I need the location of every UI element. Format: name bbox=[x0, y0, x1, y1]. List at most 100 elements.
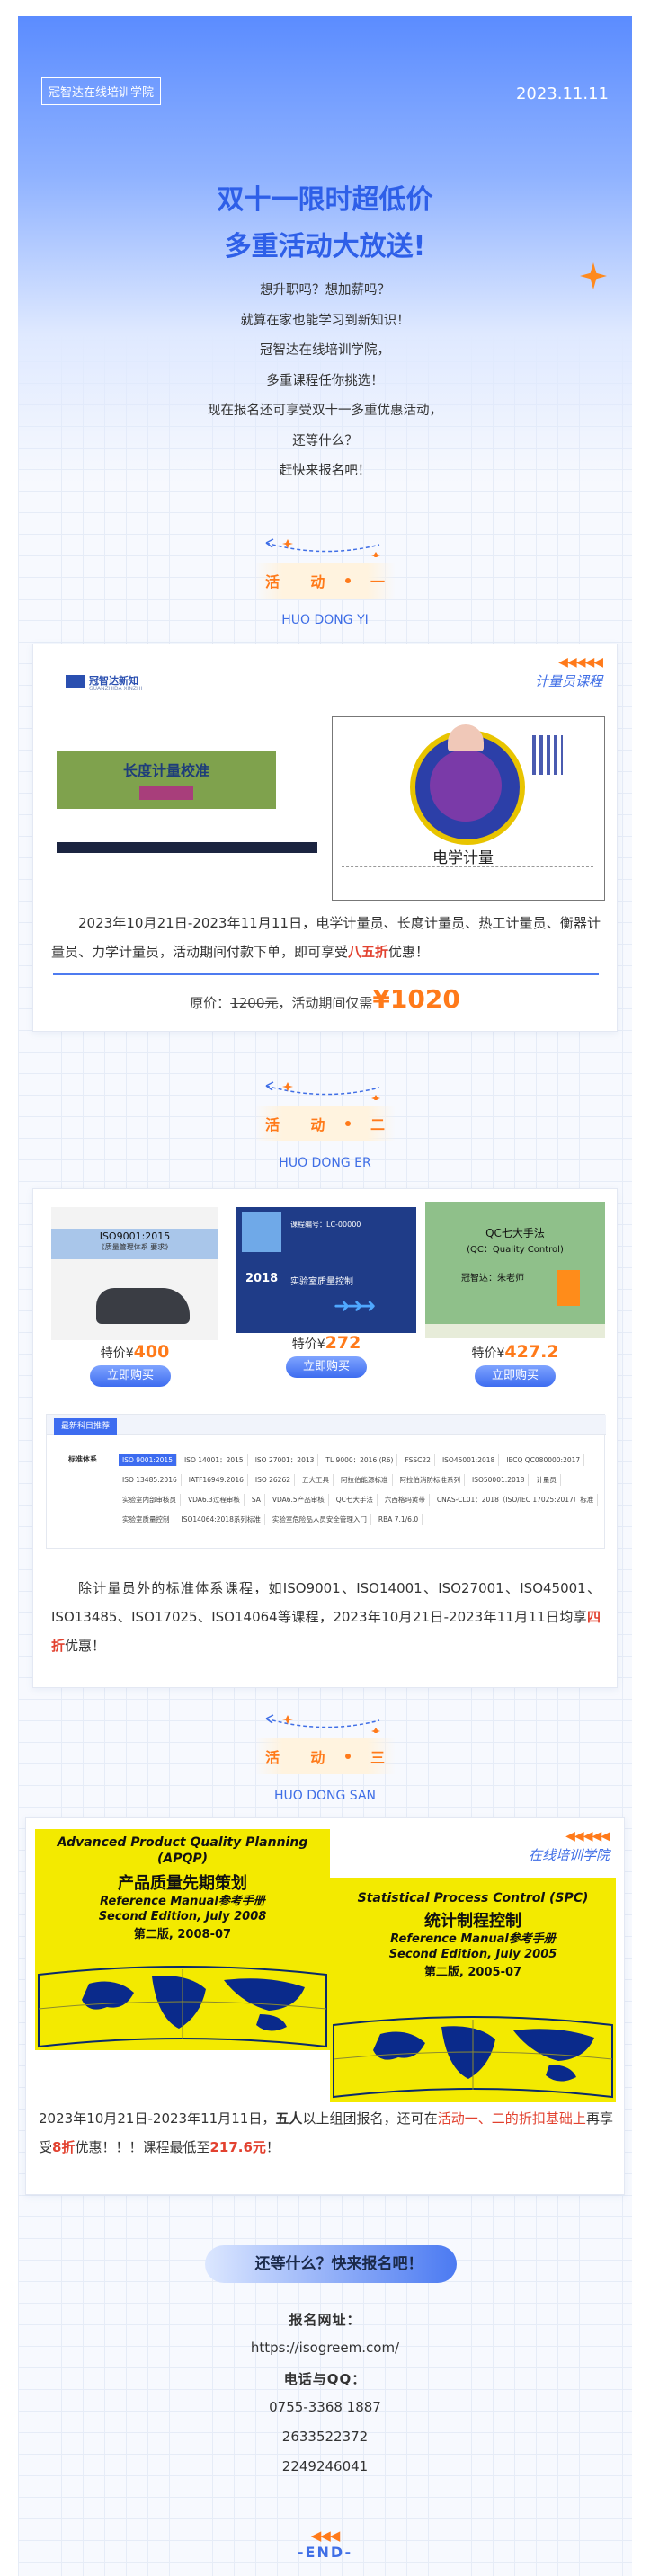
course-link[interactable]: IECQ QC080000:2017 bbox=[503, 1454, 585, 1466]
section3-description: 2023年10月21日-2023年11月11日，五人以上组团报名，还可在活动一、… bbox=[39, 2104, 613, 2162]
qq-number: 2633522372 bbox=[281, 2429, 369, 2445]
course-link[interactable]: 实验室内部审核员 bbox=[119, 1494, 181, 1506]
course-link[interactable]: ISO 27001：2013 bbox=[251, 1454, 319, 1466]
section3-subtitle: HUO DONG SAN bbox=[273, 1789, 376, 1803]
desc-text: 优惠！ bbox=[388, 944, 430, 960]
course-link[interactable]: FSSC22 bbox=[401, 1454, 435, 1466]
logo-icon bbox=[66, 675, 85, 688]
section1-tag: ◀◀◀◀◀ 计量员课程 bbox=[534, 655, 603, 690]
course-link[interactable]: ISO50001:2018 bbox=[468, 1474, 530, 1486]
product-subtitle: (QC：Quality Control) bbox=[467, 1245, 564, 1255]
section1-description: 2023年10月21日-2023年11月11日，电学计量员、长度计量员、热工计量… bbox=[51, 909, 601, 966]
price-value: 272 bbox=[325, 1333, 361, 1353]
panel-rows: ISO 9001:2015 ISO 14001：2015 ISO 27001：201… bbox=[119, 1451, 604, 1530]
course-link[interactable]: ISO 13485:2016 bbox=[119, 1474, 182, 1486]
desc-text: 优惠！ bbox=[65, 1638, 106, 1654]
pill-dot-icon bbox=[344, 1754, 351, 1759]
course-link[interactable]: RBA 7.1/6.0 bbox=[374, 1514, 423, 1525]
group-size: 五人 bbox=[275, 2110, 303, 2127]
dashed-arrow-icon bbox=[265, 1081, 380, 1100]
signup-url-link[interactable]: https://isogreem.com/ bbox=[0, 2340, 650, 2356]
poster-page: 冠智达在线培训学院 2023.11.11 双十一限时超低价 多重活动大放送! 想… bbox=[0, 0, 650, 2576]
product-image-iso9001[interactable]: ISO9001:2015 《质量管理体系 要求》 bbox=[51, 1207, 218, 1340]
desc-text: 除计量员外的标准体系课程，如ISO9001、ISO14001、ISO27001、… bbox=[51, 1580, 601, 1625]
green-board: 长度计量校准 bbox=[57, 751, 276, 809]
product-title: ISO9001:2015 bbox=[99, 1230, 171, 1242]
course-link[interactable]: QC七大手法 bbox=[332, 1494, 378, 1506]
pill-char: 一 bbox=[370, 573, 385, 591]
panel-row: ISO 13485:2016 IATF16949:2016 ISO 26262 五大工… bbox=[119, 1470, 604, 1490]
course-link[interactable]: IATF16949:2016 bbox=[184, 1474, 248, 1486]
world-map-icon bbox=[38, 1966, 327, 2048]
lowest-price: 217.6元 bbox=[209, 2139, 266, 2155]
desc-text: 2023年10月21日-2023年11月11日， bbox=[39, 2110, 276, 2127]
intro-line: 就算在家也能学习到新知识！ bbox=[240, 313, 410, 328]
section2-subtitle: HUO DONG ER bbox=[279, 1156, 371, 1170]
contact-label: 电话与QQ： bbox=[283, 2371, 367, 2387]
course-link[interactable]: 阿拉伯消防标准系列 bbox=[396, 1474, 465, 1486]
pill-char: 动 bbox=[310, 573, 325, 591]
section2-pill: 活 动 二 bbox=[254, 1106, 396, 1141]
course-link[interactable]: 六西格玛黄带 bbox=[380, 1494, 430, 1506]
course-link[interactable]: ISO45001:2018 bbox=[438, 1454, 500, 1466]
discount-highlight: 八五折 bbox=[348, 944, 389, 960]
discount-basis: 活动一、二的折扣基础上 bbox=[437, 2110, 586, 2127]
hand-icon bbox=[242, 1212, 281, 1252]
book-cover-apqp[interactable]: Advanced Product Quality Planning (APQP)… bbox=[35, 1829, 330, 2050]
buy-button[interactable]: 立即购买 bbox=[286, 1356, 367, 1378]
buy-button[interactable]: 立即购买 bbox=[475, 1365, 556, 1387]
course-link[interactable]: SA bbox=[247, 1494, 265, 1506]
course-link[interactable]: 阿拉伯能源标准 bbox=[337, 1474, 393, 1486]
course-link[interactable]: 实验室质量控制 bbox=[119, 1514, 174, 1525]
signup-cta[interactable]: 还等什么？快来报名吧！ bbox=[205, 2245, 457, 2283]
tag-label: 计量员课程 bbox=[534, 673, 602, 689]
course-link[interactable]: VDA6.5产品审核 bbox=[268, 1494, 329, 1506]
desc-text: 2023年10月21日-2023年11月11日，电学计量员、长度计量员、热工计量… bbox=[51, 915, 601, 960]
course-link[interactable]: ISO 26262 bbox=[251, 1474, 295, 1486]
price-mid: ，活动期间仅需 bbox=[278, 995, 373, 1011]
section2-heading: 活 动 二 HUO DONG ER bbox=[0, 1079, 650, 1186]
pill-char: 活 bbox=[264, 573, 280, 591]
course-image-length[interactable]: 冠智达新知 GUANZHIDA XINZHI 长度计量校准 bbox=[46, 666, 325, 855]
price-label: 原价： bbox=[190, 995, 231, 1011]
product-subtitle: 《质量管理体系 要求》 bbox=[97, 1243, 173, 1251]
section2-card: ISO9001:2015 《质量管理体系 要求》 特价¥400 立即购买 课程编… bbox=[32, 1188, 618, 1688]
book-title-cn: 产品质量先期策划 bbox=[118, 1874, 247, 1893]
chevrons-icon: ◀◀◀◀◀ bbox=[558, 655, 603, 670]
book-edition: Second Edition, July 2005 bbox=[388, 1948, 557, 1961]
product-image-labqc[interactable]: 课程编号：LC-00000 2018 实验室质量控制 ➜➜➜ bbox=[236, 1207, 416, 1333]
panel-tab[interactable]: 最新科目推荐 bbox=[54, 1418, 118, 1435]
book-cover-spc[interactable]: Statistical Process Control (SPC) 统计制程控制… bbox=[330, 1878, 616, 2102]
course-link[interactable]: 计量员 bbox=[532, 1474, 561, 1486]
pill-char: 动 bbox=[310, 1749, 325, 1766]
course-link[interactable]: ISO 9001:2015 bbox=[119, 1454, 177, 1466]
teacher-name: 冠智达：朱老师 bbox=[461, 1274, 524, 1284]
book-title-en: Statistical Process Control (SPC) bbox=[357, 1891, 589, 1905]
tag-label: 在线培训学院 bbox=[528, 1847, 610, 1863]
panel-row: 实验室内部审核员 VDA6.3过程审核 SA VDA6.5产品审核 QC七大手法 六西格玛… bbox=[119, 1490, 604, 1510]
image-caption: 电学计量 bbox=[432, 849, 494, 867]
qq-number: 2249246041 bbox=[281, 2458, 369, 2474]
course-image-electric[interactable]: 电学计量 bbox=[332, 716, 605, 901]
intro-line: 还等什么？ bbox=[292, 433, 358, 449]
extra-discount: 8折 bbox=[52, 2139, 76, 2155]
course-link[interactable]: TL 9000：2016 (R6) bbox=[322, 1454, 398, 1466]
pill-char: 动 bbox=[310, 1116, 325, 1133]
section1-subtitle: HUO DONG YI bbox=[281, 613, 369, 627]
course-link[interactable]: ISO 14001：2015 bbox=[180, 1454, 248, 1466]
course-link[interactable]: 五大工具 bbox=[298, 1474, 334, 1486]
buy-button[interactable]: 立即购买 bbox=[90, 1365, 171, 1387]
original-price: 1200元 bbox=[230, 995, 279, 1011]
product-image-qc7[interactable]: QC七大手法 (QC：Quality Control) 冠智达：朱老师 bbox=[425, 1202, 605, 1338]
product-title: 实验室质量控制 bbox=[290, 1277, 353, 1287]
course-link[interactable]: VDA6.3过程审核 bbox=[184, 1494, 245, 1506]
course-link[interactable]: ISO14064:2018系列标准 bbox=[177, 1514, 265, 1525]
chevrons-icon: ◀◀◀◀◀ bbox=[565, 1829, 610, 1843]
board-title: 长度计量校准 bbox=[122, 762, 209, 779]
book-edition-cn: 第二版, 2008-07 bbox=[133, 1928, 232, 1941]
course-link[interactable]: CNAS-CL01：2018（ISO/IEC 17025:2017）标准 bbox=[432, 1494, 599, 1506]
course-link[interactable]: 实验室危险品人员安全管理入门 bbox=[268, 1514, 371, 1525]
section3-heading: 活 动 三 HUO DONG SAN bbox=[0, 1711, 650, 1819]
url-label: 报名网址： bbox=[289, 2312, 361, 2328]
phone-number: 0755-3368 1887 bbox=[269, 2399, 381, 2415]
